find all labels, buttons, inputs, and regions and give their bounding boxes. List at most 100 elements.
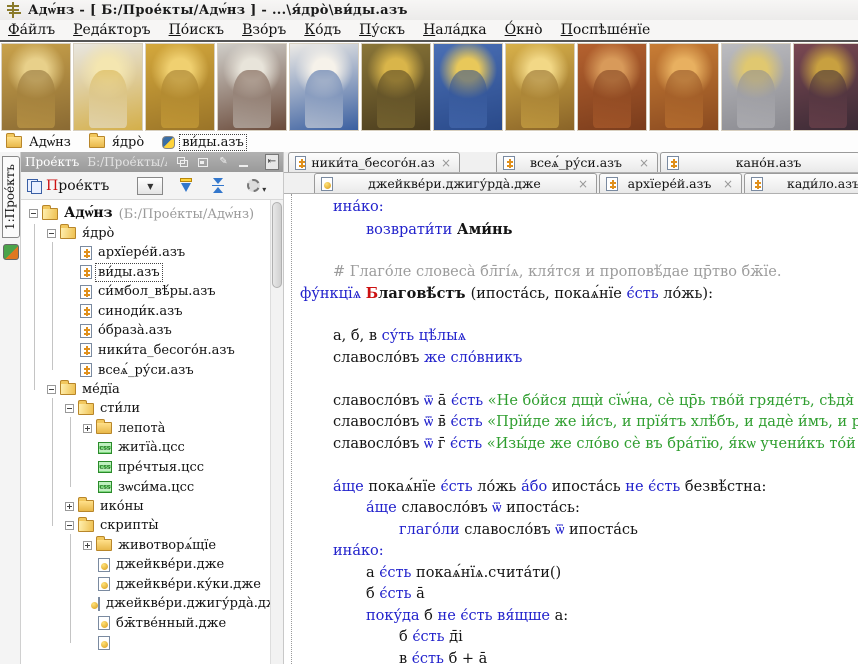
tree-row[interactable]: я́дро̀: [21, 224, 270, 244]
tree-vertical-scrollbar[interactable]: [270, 200, 283, 664]
expander-minus-icon[interactable]: [47, 229, 56, 238]
icon-oranta[interactable]: [289, 43, 359, 131]
keyword-text: ѿ: [424, 436, 433, 452]
tree-row[interactable]: [21, 633, 270, 653]
close-icon[interactable]: ×: [439, 156, 453, 170]
az-file-icon: [295, 156, 306, 170]
icon-don-theotokos[interactable]: [577, 43, 647, 131]
tree-row[interactable]: cssпре́чтыя.цсс: [21, 458, 270, 478]
minimize-icon[interactable]: [238, 156, 251, 168]
tab-label: архїере́й.азъ: [623, 176, 716, 191]
code-text: (ипоста́сь, покаѧ́нїе: [471, 286, 627, 302]
close-icon[interactable]: ×: [637, 156, 651, 170]
close-icon[interactable]: ×: [576, 177, 590, 191]
menu-item-П[interactable]: Поспѣше́нїе: [561, 22, 651, 38]
menu-item-П[interactable]: По́искъ: [169, 22, 224, 38]
tree-row[interactable]: ико́ны: [21, 497, 270, 517]
tree-row[interactable]: джейкве́ри.джигу́рда̀.дже: [21, 594, 270, 614]
je-file-icon: [98, 577, 110, 591]
tree-row[interactable]: животворѧ́щїе: [21, 536, 270, 556]
icon-hodegetria[interactable]: [217, 43, 287, 131]
dock-left-icon[interactable]: ⇤: [265, 154, 279, 170]
keyword-text: є́сть: [450, 436, 482, 452]
tree-row[interactable]: о́браза̀.азъ: [21, 321, 270, 341]
expander-plus-icon[interactable]: [83, 541, 92, 550]
tree-row[interactable]: синоди́к.азъ: [21, 302, 270, 322]
restore-window-icon[interactable]: [175, 156, 188, 168]
sidebar-tab-project[interactable]: 1:Прое́ктъ: [2, 156, 20, 238]
breadcrumb-item[interactable]: я́дро̀: [89, 135, 146, 150]
images-panel-icon[interactable]: [3, 244, 19, 260]
tab-label: джейкве́ри.джигу́рда̀.дже: [338, 176, 571, 191]
tree-row[interactable]: бж̄тве́нный.дже: [21, 614, 270, 634]
gear-icon[interactable]: [247, 179, 260, 192]
dock-window-icon[interactable]: [196, 156, 209, 168]
project-combo-dropdown[interactable]: ▼: [137, 177, 163, 195]
tree-row[interactable]: ви́ды.азъ: [21, 263, 270, 283]
icon-pantocrator[interactable]: [145, 43, 215, 131]
expander-minus-icon[interactable]: [65, 521, 74, 530]
editor-tab[interactable]: архїере́й.азъ ×: [599, 173, 742, 193]
tree-item-label: сти́ли: [98, 400, 142, 417]
icon-christ-dark[interactable]: [361, 43, 431, 131]
icon-silver-riza[interactable]: [721, 43, 791, 131]
code-text: д̄і: [445, 629, 463, 645]
tree-row[interactable]: лепота̀: [21, 419, 270, 439]
expander-plus-icon[interactable]: [65, 502, 74, 511]
tree-row[interactable]: всеѧ́_ру́си.азъ: [21, 360, 270, 380]
tab-label: ники́та_бесого́н.азъ: [311, 155, 434, 170]
menu-item-В[interactable]: Взо́ръ: [242, 22, 286, 38]
tree-row[interactable]: ме́дїа: [21, 380, 270, 400]
code-text: а: [366, 565, 379, 581]
menu-item-К[interactable]: Ко́дъ: [304, 22, 341, 38]
breadcrumb-item[interactable]: ви́ды.азъ: [162, 135, 246, 150]
menu-item-Ф[interactable]: Фа́йлъ: [8, 22, 55, 38]
icon-christ-gold[interactable]: [505, 43, 575, 131]
expander-minus-icon[interactable]: [29, 209, 38, 218]
icon-mandylion[interactable]: [73, 43, 143, 131]
editor-tab[interactable]: ники́та_бесого́н.азъ ×: [288, 152, 460, 172]
menu-item-Р[interactable]: Реда́кторъ: [73, 22, 150, 38]
css-file-icon: css: [98, 481, 112, 493]
editor-tab[interactable]: всеѧ́_ру́си.азъ×: [496, 152, 658, 172]
expander-minus-icon[interactable]: [65, 404, 74, 413]
icon-trinity[interactable]: [1, 43, 71, 131]
tree-item-label: синоди́к.азъ: [96, 303, 184, 320]
az-file-icon: [80, 285, 92, 299]
tree-connector-line: [52, 398, 53, 526]
editor-tab[interactable]: кано́н.азъ: [660, 152, 858, 172]
breadcrumb-item[interactable]: Адѡ́нз: [6, 134, 73, 150]
icon-christ-maroon[interactable]: [793, 43, 858, 131]
menu-accelerator: Р: [73, 22, 82, 38]
tree-row[interactable]: архїере́й.азъ: [21, 243, 270, 263]
menu-item-П[interactable]: Пу́скъ: [359, 22, 405, 38]
scrollbar-thumb[interactable]: [272, 202, 282, 288]
expander-plus-icon[interactable]: [83, 424, 92, 433]
tree-row[interactable]: си́мбол_вѣ́ры.азъ: [21, 282, 270, 302]
folder-open-icon: [78, 403, 94, 415]
code-text: а̄: [433, 393, 451, 409]
tree-row[interactable]: ники́та_бесого́н.азъ: [21, 341, 270, 361]
tree-row[interactable]: скрипты̀: [21, 516, 270, 536]
locate-file-icon[interactable]: [177, 177, 195, 195]
az-file-icon: [606, 177, 618, 191]
comment-text: # Глаго́ле словеса̀ бл̄гі́ѧ, кля́тся и п…: [333, 264, 781, 280]
tree-row[interactable]: Адѡ́нз (Б:/Прое́кты/Адѡ́нз): [21, 204, 270, 224]
code-area[interactable]: ина́ко:возврати́ти Ами́нь# Глаго́ле слов…: [291, 194, 858, 664]
tree-row[interactable]: сти́ли: [21, 399, 270, 419]
collapse-all-icon[interactable]: [211, 177, 225, 195]
tree-row[interactable]: cssзѡси́ма.цсс: [21, 477, 270, 497]
pin-icon[interactable]: ✎: [217, 156, 230, 168]
keyword-text: є́сть: [451, 414, 483, 430]
editor-tab[interactable]: джейкве́ри.джигу́рда̀.дже ×: [314, 173, 597, 193]
expander-minus-icon[interactable]: [47, 385, 56, 394]
tree-row[interactable]: cssжитїа̀.цсс: [21, 438, 270, 458]
tree-row[interactable]: джейкве́ри.ку́ки.дже: [21, 575, 270, 595]
menu-item-Н[interactable]: Нала́дка: [423, 22, 487, 38]
editor-tab[interactable]: кади́ло.азъ: [744, 173, 858, 193]
icon-enthroned[interactable]: [649, 43, 719, 131]
close-icon[interactable]: ×: [721, 177, 735, 191]
tree-row[interactable]: джейкве́ри.дже: [21, 555, 270, 575]
icon-theotokos-blue[interactable]: [433, 43, 503, 131]
menu-item-О[interactable]: О́кно̀: [505, 22, 543, 38]
